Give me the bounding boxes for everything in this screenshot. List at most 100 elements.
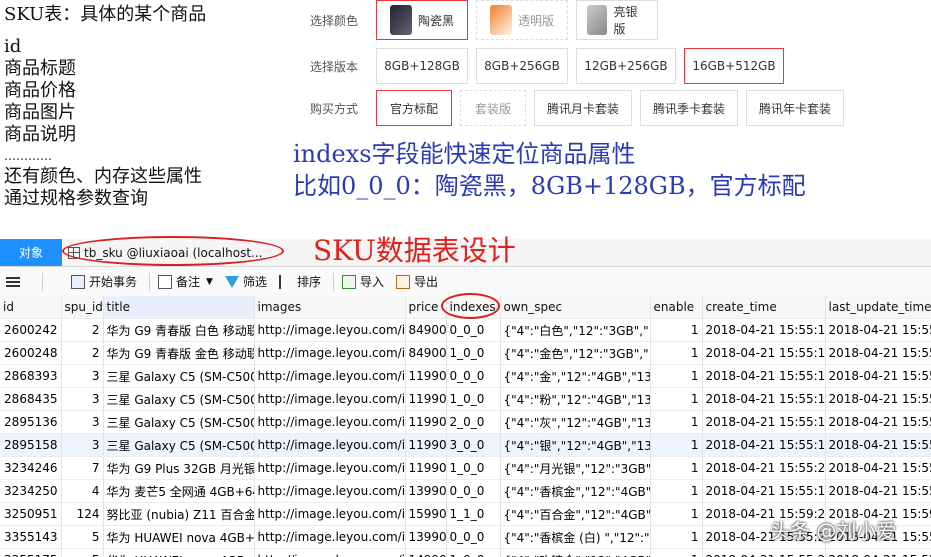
export-button[interactable]: 导出 bbox=[396, 273, 438, 290]
table-row[interactable]: 2600242 2 华为 G9 青春版 白色 移动联 http://image.ley… bbox=[0, 318, 931, 342]
column-header-create-time[interactable]: create_time bbox=[702, 296, 826, 319]
table-cell-id[interactable]: 2600248 bbox=[0, 341, 62, 365]
table-cell-id[interactable]: 2895136 bbox=[0, 410, 62, 434]
table-cell-own-spec[interactable]: {"4":"香槟金","12":"4GB","1 bbox=[500, 479, 651, 503]
table-cell-enable[interactable]: 1 bbox=[650, 479, 703, 503]
table-cell-indexes[interactable]: 1_0_0 bbox=[446, 548, 501, 557]
table-cell-indexes[interactable]: 1_1_0 bbox=[446, 502, 501, 526]
table-cell-id[interactable]: 3234246 bbox=[0, 456, 62, 480]
column-header-price[interactable]: price bbox=[405, 296, 447, 319]
table-cell-spu-id[interactable]: 2 bbox=[61, 341, 104, 365]
table-cell-images[interactable]: http://image.leyou.com/in bbox=[254, 341, 406, 365]
table-cell-enable[interactable]: 1 bbox=[650, 433, 703, 457]
table-cell-id[interactable]: 2868435 bbox=[0, 387, 62, 411]
table-cell-price[interactable]: 119900 bbox=[405, 456, 447, 480]
table-cell-images[interactable]: http://image.leyou.com/in bbox=[254, 318, 406, 342]
table-cell-price[interactable]: 84900 bbox=[405, 341, 447, 365]
table-cell-title[interactable]: 华为 HUAWEI nova 4GB+6 bbox=[103, 525, 255, 549]
table-cell-create-time[interactable]: 2018-04-21 15:55:19 bbox=[702, 479, 826, 503]
table-cell-id[interactable]: 3234250 bbox=[0, 479, 62, 503]
table-cell-create-time[interactable]: 2018-04-21 15:55:14 bbox=[702, 318, 826, 342]
table-cell-own-spec[interactable]: {"4":"白色","12":"3GB","13" bbox=[500, 318, 651, 342]
table-cell-price[interactable]: 119900 bbox=[405, 387, 447, 411]
table-cell-title[interactable]: 努比亚 (nubia) Z11 百合金 bbox=[103, 502, 255, 526]
table-cell-price[interactable]: 84900 bbox=[405, 318, 447, 342]
table-cell-create-time[interactable]: 2018-04-21 15:55:18 bbox=[702, 433, 826, 457]
table-cell-price[interactable]: 119900 bbox=[405, 364, 447, 388]
table-cell-last-update-time[interactable]: 2018-04-21 15:55 bbox=[825, 318, 931, 342]
table-cell-spu-id[interactable]: 124 bbox=[61, 502, 104, 526]
table-cell-title[interactable]: 三星 Galaxy C5 (SM-C500 bbox=[103, 364, 255, 388]
table-cell-images[interactable]: http://image.leyou.com/in bbox=[254, 410, 406, 434]
purchase-option[interactable]: 腾讯月卡套装 bbox=[534, 90, 632, 126]
table-row[interactable]: 2600248 2 华为 G9 青春版 金色 移动联 http://image.ley… bbox=[0, 341, 931, 365]
purchase-option[interactable]: 腾讯季卡套装 bbox=[640, 90, 738, 126]
table-cell-own-spec[interactable]: {"4":"玫瑰金","12":"4GB","1 bbox=[500, 548, 651, 557]
table-cell-images[interactable]: http://image.leyou.com/in bbox=[254, 433, 406, 457]
begin-transaction-button[interactable]: 开始事务 bbox=[71, 273, 137, 290]
version-option[interactable]: 8GB+256GB bbox=[476, 48, 568, 84]
table-cell-create-time[interactable]: 2018-04-21 15:55:23 bbox=[702, 456, 826, 480]
table-cell-spu-id[interactable]: 7 bbox=[61, 456, 104, 480]
table-cell-spu-id[interactable]: 3 bbox=[61, 364, 104, 388]
table-cell-spu-id[interactable]: 3 bbox=[61, 433, 104, 457]
column-header-id[interactable]: id bbox=[0, 296, 62, 319]
table-cell-last-update-time[interactable]: 2018-04-21 15:55 bbox=[825, 364, 931, 388]
table-cell-last-update-time[interactable]: 2018-04-21 15:55 bbox=[825, 456, 931, 480]
table-row[interactable]: 2895136 3 三星 Galaxy C5 (SM-C500 http://imag… bbox=[0, 410, 931, 434]
purchase-option-selected[interactable]: 官方标配 bbox=[376, 90, 452, 126]
table-cell-own-spec[interactable]: {"4":"灰","12":"4GB","13":" bbox=[500, 410, 651, 434]
table-cell-last-update-time[interactable]: 2018-04-21 15:55 bbox=[825, 433, 931, 457]
table-cell-id[interactable]: 3250951 bbox=[0, 502, 62, 526]
table-cell-price[interactable]: 119900 bbox=[405, 433, 447, 457]
table-cell-images[interactable]: http://image.leyou.com/in bbox=[254, 525, 406, 549]
table-cell-indexes[interactable]: 1_0_0 bbox=[446, 387, 501, 411]
table-cell-enable[interactable]: 1 bbox=[650, 410, 703, 434]
table-cell-spu-id[interactable]: 5 bbox=[61, 525, 104, 549]
table-cell-own-spec[interactable]: {"4":"百合金","12":"4GB","1 bbox=[500, 502, 651, 526]
column-header-last-update-time[interactable]: last_update_time bbox=[825, 296, 931, 319]
import-button[interactable]: 导入 bbox=[341, 273, 384, 290]
table-cell-create-time[interactable]: 2018-04-21 15:55:17 bbox=[702, 410, 826, 434]
table-cell-id[interactable]: 2600242 bbox=[0, 318, 62, 342]
table-cell-spu-id[interactable]: 5 bbox=[61, 548, 104, 557]
table-cell-images[interactable]: http://image.leyou.com/in bbox=[254, 456, 406, 480]
table-cell-id[interactable]: 2868393 bbox=[0, 364, 62, 388]
menu-button[interactable] bbox=[6, 274, 24, 289]
table-cell-title[interactable]: 华为 G9 青春版 白色 移动联 bbox=[103, 318, 255, 342]
table-cell-own-spec[interactable]: {"4":"金","12":"4GB","13":" bbox=[500, 364, 651, 388]
purchase-option[interactable]: 腾讯年卡套装 bbox=[746, 90, 844, 126]
table-cell-images[interactable]: http://image.leyou.com/in bbox=[254, 548, 406, 557]
table-cell-indexes[interactable]: 0_0_0 bbox=[446, 318, 501, 342]
table-cell-enable[interactable]: 1 bbox=[650, 525, 703, 549]
table-cell-indexes[interactable]: 0_0_0 bbox=[446, 525, 501, 549]
version-option-selected[interactable]: 16GB+512GB bbox=[684, 48, 784, 84]
version-option[interactable]: 12GB+256GB bbox=[576, 48, 676, 84]
table-cell-last-update-time[interactable]: 2018-04-21 15:55 bbox=[825, 479, 931, 503]
table-cell-indexes[interactable]: 3_0_0 bbox=[446, 433, 501, 457]
tab-objects[interactable]: 对象 bbox=[0, 239, 62, 266]
table-cell-create-time[interactable]: 2018-04-21 15:55:21 bbox=[702, 548, 826, 557]
table-cell-enable[interactable]: 1 bbox=[650, 387, 703, 411]
table-cell-enable[interactable]: 1 bbox=[650, 456, 703, 480]
table-cell-price[interactable]: 119900 bbox=[405, 410, 447, 434]
table-cell-last-update-time[interactable]: 2018-04-21 15:55 bbox=[825, 341, 931, 365]
table-cell-own-spec[interactable]: {"4":"金色","12":"3GB","13" bbox=[500, 341, 651, 365]
table-cell-enable[interactable]: 1 bbox=[650, 341, 703, 365]
table-row[interactable]: 2895158 3 三星 Galaxy C5 (SM-C500 http://imag… bbox=[0, 433, 931, 457]
version-option[interactable]: 8GB+128GB bbox=[376, 48, 468, 84]
table-cell-spu-id[interactable]: 2 bbox=[61, 318, 104, 342]
table-row[interactable]: 2868435 3 三星 Galaxy C5 (SM-C500 http://imag… bbox=[0, 387, 931, 411]
color-option-clear[interactable]: 透明版 bbox=[476, 0, 568, 40]
column-header-images[interactable]: images bbox=[254, 296, 406, 319]
table-cell-title[interactable]: 华为 G9 Plus 32GB 月光银 bbox=[103, 456, 255, 480]
table-cell-own-spec[interactable]: {"4":"月光银","12":"3GB","1 bbox=[500, 456, 651, 480]
table-cell-title[interactable]: 三星 Galaxy C5 (SM-C500 bbox=[103, 387, 255, 411]
table-cell-title[interactable]: 华为 HUAWEI nova 4GB+6 bbox=[103, 548, 255, 557]
column-header-enable[interactable]: enable bbox=[650, 296, 703, 319]
sort-button[interactable]: 排序 bbox=[278, 273, 321, 290]
table-cell-own-spec[interactable]: {"4":"银","12":"4GB","13":" bbox=[500, 433, 651, 457]
note-button[interactable]: 备注 ▼ bbox=[158, 273, 213, 290]
purchase-option[interactable]: 套装版 bbox=[460, 90, 526, 126]
table-cell-spu-id[interactable]: 3 bbox=[61, 410, 104, 434]
